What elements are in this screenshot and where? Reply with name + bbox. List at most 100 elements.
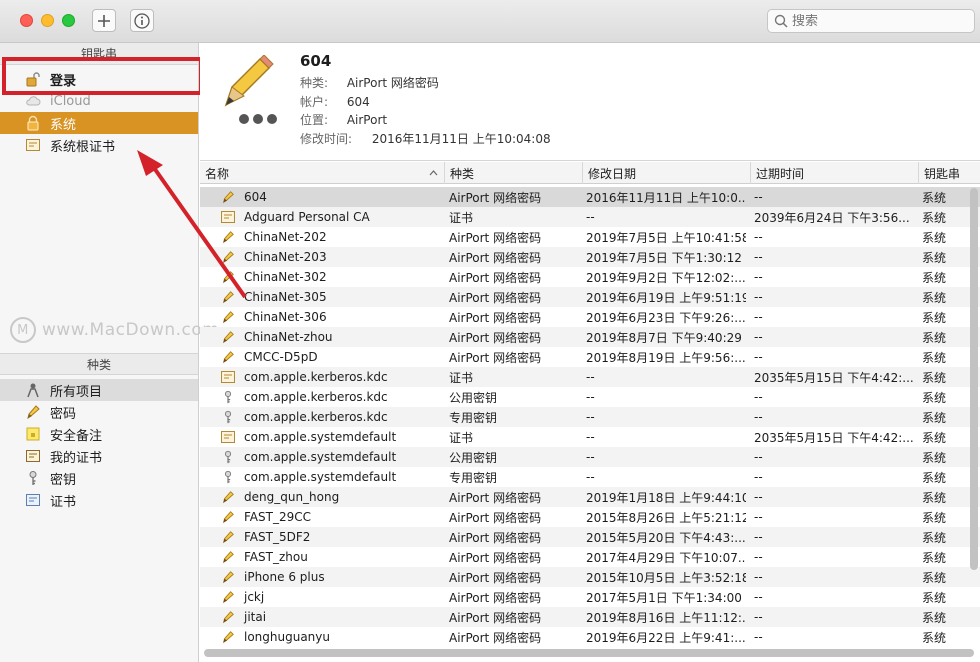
add-item-button[interactable] — [92, 9, 116, 32]
table-row[interactable]: iPhone 6 plus AirPort 网络密码 2015年10月5日 上午3:… — [200, 567, 980, 587]
cell-kind: 专用密钥 — [449, 470, 498, 485]
table-row[interactable]: ChinaNet-305 AirPort 网络密码 2019年6月19日 上午9:5… — [200, 287, 980, 307]
category-passwords[interactable]: 密码 — [0, 401, 198, 423]
info-button[interactable] — [130, 9, 154, 32]
sidebar-item-system-roots[interactable]: 系统根证书 — [0, 134, 198, 156]
table-row[interactable]: FAST_5DF2 AirPort 网络密码 2015年5月20日 下午4:43:.… — [200, 527, 980, 547]
table-row[interactable]: deng_qun_hong AirPort 网络密码 2019年1月18日 上午9:… — [200, 487, 980, 507]
pencil-icon — [220, 549, 236, 565]
cell-expires: -- — [754, 470, 763, 484]
cell-name-text: deng_qun_hong — [244, 490, 340, 504]
detail-modified-row: 修改时间: 2016年11月11日 上午10:04:08 — [300, 130, 551, 147]
cell-name: Adguard Personal CA — [220, 207, 445, 227]
cell-keychain: 系统 — [922, 310, 947, 325]
cell-name-text: com.apple.systemdefault — [244, 430, 397, 444]
cell-keychain: 系统 — [922, 210, 947, 225]
table-row[interactable]: ChinaNet-202 AirPort 网络密码 2019年7月5日 上午10:4… — [200, 227, 980, 247]
table-row[interactable]: com.apple.kerberos.kdc 专用密钥 -- -- 系统 — [200, 407, 980, 427]
vertical-scrollbar[interactable] — [970, 188, 978, 570]
cell-keychain: 系统 — [922, 330, 947, 345]
category-label: 所有项目 — [50, 384, 103, 400]
cell-name: ChinaNet-302 — [220, 267, 445, 287]
table-row[interactable]: com.apple.systemdefault 公用密钥 -- -- 系统 — [200, 447, 980, 467]
column-header-label: 过期时间 — [756, 166, 805, 181]
key-icon — [220, 449, 236, 465]
cell-modified: 2017年4月29日 下午10:07... — [586, 550, 746, 565]
cell-name: com.apple.systemdefault — [220, 427, 445, 447]
table-row[interactable]: FAST_29CC AirPort 网络密码 2015年8月26日 上午5:21:1… — [200, 507, 980, 527]
cell-keychain: 系统 — [922, 270, 947, 285]
category-certificates[interactable]: 证书 — [0, 489, 198, 511]
cell-name: ChinaNet-306 — [220, 307, 445, 327]
category-secure-notes[interactable]: 安全备注 — [0, 423, 198, 445]
table-row[interactable]: longhuguanyu AirPort 网络密码 2019年6月22日 上午9:4… — [200, 627, 980, 647]
table-row[interactable]: FAST_zhou AirPort 网络密码 2017年4月29日 下午10:07.… — [200, 547, 980, 567]
column-header-label: 名称 — [205, 166, 230, 181]
cell-expires: -- — [754, 190, 763, 204]
cell-modified: 2015年8月26日 上午5:21:12 — [586, 510, 746, 525]
column-header-modified[interactable]: 修改日期 — [583, 162, 751, 184]
column-header-name[interactable]: 名称 — [200, 162, 445, 184]
table-header: 名称 种类 修改日期 过期时间 钥匙串 — [200, 162, 980, 184]
category-label: 我的证书 — [50, 450, 103, 466]
table-row[interactable]: Adguard Personal CA 证书 -- 2039年6月24日 下午3:56… — [200, 207, 980, 227]
column-header-expires[interactable]: 过期时间 — [751, 162, 919, 184]
cell-modified: -- — [586, 390, 595, 404]
table-row[interactable]: com.apple.systemdefault 专用密钥 -- -- 系统 — [200, 467, 980, 487]
cell-name-text: com.apple.kerberos.kdc — [244, 410, 388, 424]
table-row[interactable]: com.apple.kerberos.kdc 公用密钥 -- -- 系统 — [200, 387, 980, 407]
cell-name-text: ChinaNet-302 — [244, 270, 327, 284]
table-row[interactable]: ChinaNet-zhou AirPort 网络密码 2019年8月7日 下午9:4… — [200, 327, 980, 347]
cell-kind: 公用密钥 — [449, 450, 498, 465]
cell-modified: 2016年11月11日 上午10:0... — [586, 190, 746, 205]
cell-kind: AirPort 网络密码 — [449, 630, 542, 645]
cell-keychain: 系统 — [922, 450, 947, 465]
detail-account-row: 帐户: 604 — [300, 93, 370, 110]
pencil-icon — [220, 349, 236, 365]
category-keys[interactable]: 密钥 — [0, 467, 198, 489]
search-field[interactable] — [767, 9, 975, 33]
table-row[interactable]: jckj AirPort 网络密码 2017年5月1日 下午1:34:00 -- 系统 — [200, 587, 980, 607]
cell-name-text: FAST_29CC — [244, 510, 311, 524]
table-row[interactable]: com.apple.kerberos.kdc 证书 -- 2035年5月15日 下午4… — [200, 367, 980, 387]
table-row[interactable]: ChinaNet-306 AirPort 网络密码 2019年6月23日 下午9:2… — [200, 307, 980, 327]
pencil-icon — [220, 229, 236, 245]
cell-name: ChinaNet-203 — [220, 247, 445, 267]
zoom-button[interactable] — [62, 14, 75, 27]
cell-expires: -- — [754, 310, 763, 324]
cell-expires: -- — [754, 390, 763, 404]
column-header-keychain[interactable]: 钥匙串 — [919, 162, 980, 184]
minimize-button[interactable] — [41, 14, 54, 27]
sidebar-item-system[interactable]: 系统 — [0, 112, 198, 134]
detail-where-value: AirPort — [346, 113, 388, 127]
table-row[interactable]: jitai AirPort 网络密码 2019年8月16日 上午11:12:... -… — [200, 607, 980, 627]
cell-modified: 2019年1月18日 上午9:44:10 — [586, 490, 746, 505]
cell-expires: -- — [754, 270, 763, 284]
detail-title: 604 — [300, 52, 332, 70]
cell-name-text: com.apple.kerberos.kdc — [244, 370, 388, 384]
detail-kind-row: 种类: AirPort 网络密码 — [300, 74, 439, 91]
category-all-items[interactable]: 所有项目 — [0, 379, 198, 401]
search-input[interactable] — [792, 13, 962, 29]
table-row[interactable]: 604 AirPort 网络密码 2016年11月11日 上午10:0... -- 系统 — [200, 187, 980, 207]
detail-modified-label: 修改时间: — [300, 132, 353, 146]
cell-kind: 证书 — [449, 210, 474, 225]
column-header-kind[interactable]: 种类 — [445, 162, 583, 184]
key-icon — [220, 469, 236, 485]
cell-keychain: 系统 — [922, 510, 947, 525]
pencil-icon — [220, 509, 236, 525]
cell-name: FAST_zhou — [220, 547, 445, 567]
cell-expires: 2035年5月15日 下午4:42:... — [754, 370, 914, 385]
table-row[interactable]: ChinaNet-302 AirPort 网络密码 2019年9月2日 下午12:0… — [200, 267, 980, 287]
watermark: M www.MacDown.com — [10, 317, 219, 343]
cell-keychain: 系统 — [922, 390, 947, 405]
close-button[interactable] — [20, 14, 33, 27]
table-row[interactable]: ChinaNet-203 AirPort 网络密码 2019年7月5日 下午1:30… — [200, 247, 980, 267]
category-my-certificates[interactable]: 我的证书 — [0, 445, 198, 467]
cell-name-text: com.apple.systemdefault — [244, 450, 397, 464]
cell-expires: 2035年5月15日 下午4:42:... — [754, 430, 914, 445]
table-row[interactable]: CMCC-D5pD AirPort 网络密码 2019年8月19日 上午9:56:.… — [200, 347, 980, 367]
certificate-icon — [220, 429, 236, 445]
table-row[interactable]: com.apple.systemdefault 证书 -- 2035年5月15日 下午… — [200, 427, 980, 447]
horizontal-scrollbar[interactable] — [204, 649, 974, 657]
